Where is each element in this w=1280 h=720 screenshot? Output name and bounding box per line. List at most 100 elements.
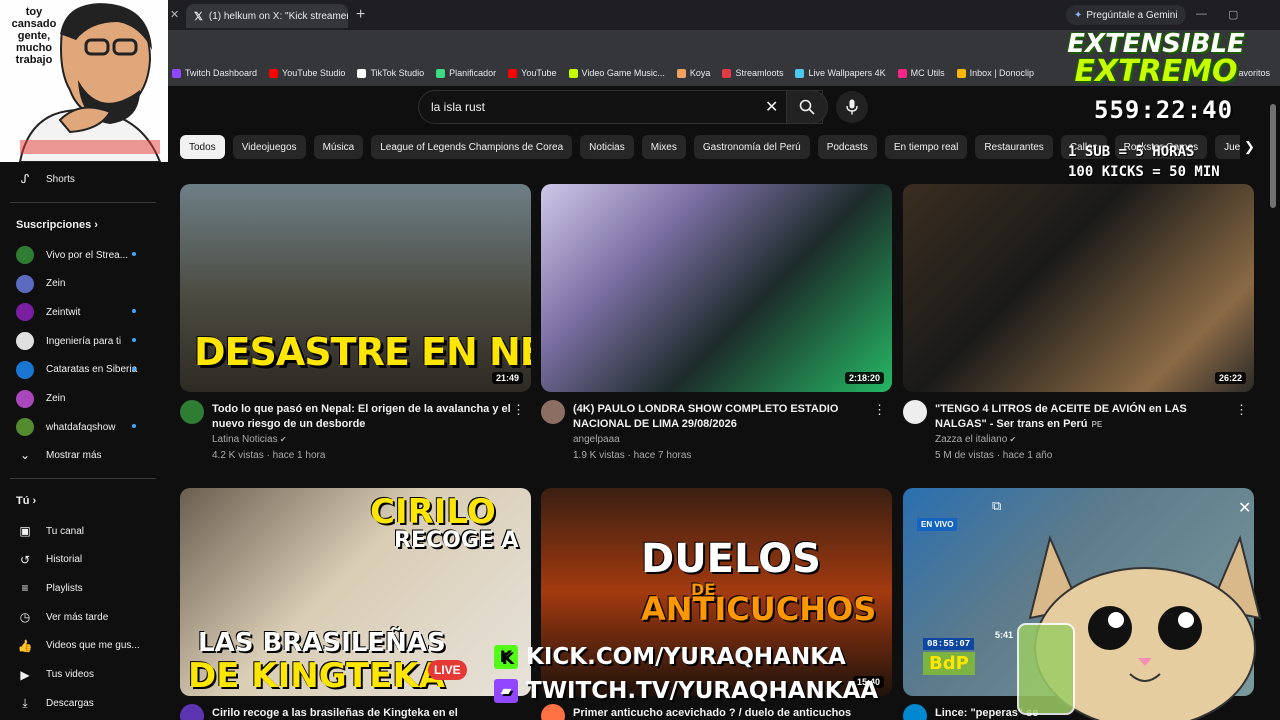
more-options-icon[interactable]: ⋮ xyxy=(1235,402,1248,418)
filter-chip[interactable]: En tiempo real xyxy=(884,135,968,159)
page-scrollbar[interactable] xyxy=(1270,104,1276,208)
channel-avatar[interactable] xyxy=(180,400,204,424)
microphone-icon xyxy=(846,99,858,115)
filter-chip[interactable]: Todos xyxy=(180,135,225,159)
video-thumbnail[interactable]: 26:22 xyxy=(903,184,1254,392)
video-card[interactable]: 26:22 "TENGO 4 LITROS de ACEITE DE AVIÓN … xyxy=(903,184,1254,474)
video-thumbnail[interactable]: CIRILO RECOGE A LAS BRASILEÑAS DE KINGTEKA L… xyxy=(180,488,531,696)
sidebar-item-subscription[interactable]: Vivo por el Strea... xyxy=(16,246,146,264)
sidebar-item-subscription[interactable]: Zein xyxy=(16,389,146,408)
channel-avatar[interactable] xyxy=(541,400,565,424)
more-options-icon[interactable]: ⋮ xyxy=(873,402,886,418)
sidebar-item-you[interactable]: ↺ Historial xyxy=(16,551,82,569)
avatar xyxy=(16,360,34,379)
sidebar-item-shorts[interactable]: ᔑ Shorts xyxy=(16,170,75,188)
sidebar-item-you[interactable]: 👍 Videos que me gus... xyxy=(16,637,140,655)
filter-chip[interactable]: Podcasts xyxy=(817,135,877,159)
search-query: la isla rust xyxy=(431,100,486,114)
bookmark-item[interactable]: MC Utils xyxy=(897,68,945,78)
bookmark-item[interactable]: Live Wallpapers 4K xyxy=(795,68,886,78)
search-input[interactable]: la isla rust xyxy=(418,90,823,124)
bookmark-item[interactable]: Planificador xyxy=(436,68,496,78)
video-title[interactable]: (4K) PAULO LONDRA SHOW COMPLETO ESTADIO … xyxy=(573,402,873,432)
bookmark-favicon-icon xyxy=(508,68,518,78)
filter-chip[interactable]: Noticias xyxy=(580,135,634,159)
sidebar-item-you[interactable]: ▣ Tu canal xyxy=(16,522,84,540)
sidebar-item-label: Ingeniería para ti xyxy=(46,335,122,347)
search-button[interactable] xyxy=(786,90,828,124)
new-tab-icon[interactable]: + xyxy=(356,6,365,24)
show-more-label: Mostrar más xyxy=(46,449,102,461)
channel-avatar[interactable] xyxy=(180,704,204,720)
sidebar-item-subscription[interactable]: Zeintwit xyxy=(16,303,146,322)
bookmark-item[interactable]: YouTube Studio xyxy=(269,68,345,78)
your-videos-icon: ▶ xyxy=(20,667,30,682)
bookmark-label: Live Wallpapers 4K xyxy=(808,68,886,78)
filter-chip[interactable]: Mixes xyxy=(641,135,686,159)
sidebar-item-you[interactable]: ≡ Playlists xyxy=(16,579,82,597)
filter-chip[interactable]: Restaurantes xyxy=(975,135,1053,159)
sidebar-item-you[interactable]: ⤓ Descargas xyxy=(16,694,93,712)
sidebar-item-you[interactable]: ◷ Ver más tarde xyxy=(16,608,109,626)
subathon-timer: 559:22:40 xyxy=(1094,96,1234,124)
chevron-right-icon[interactable]: ❯ xyxy=(1244,139,1255,155)
filter-chip[interactable]: Videojuegos xyxy=(232,135,306,159)
bookmark-item[interactable]: YouTube xyxy=(508,68,557,78)
x-logo-icon: 𝕏 xyxy=(194,10,203,23)
video-card[interactable]: 2:18:20 (4K) PAULO LONDRA SHOW COMPLETO E… xyxy=(541,184,892,474)
bookmark-label: TikTok Studio xyxy=(370,68,425,78)
channel-avatar[interactable] xyxy=(903,400,927,424)
sidebar-item-label: Historial xyxy=(46,554,83,566)
watch-later-icon: ◷ xyxy=(19,610,31,625)
filter-chip[interactable]: Gastronomía del Perú xyxy=(693,135,810,159)
voice-search-button[interactable] xyxy=(836,91,868,123)
more-options-icon[interactable]: ⋮ xyxy=(512,402,525,418)
show-more-button[interactable]: ⌄ Mostrar más xyxy=(16,446,102,464)
channel-name[interactable]: Latina Noticias ✔ xyxy=(212,434,287,445)
video-card[interactable]: CIRILO RECOGE A LAS BRASILEÑAS DE KINGTEKA L… xyxy=(180,488,531,720)
filter-chip[interactable]: League of Legends Champions de Corea xyxy=(371,135,573,159)
video-thumbnail[interactable]: 2:18:20 xyxy=(541,184,892,392)
video-title[interactable]: Todo lo que pasó en Nepal: El origen de … xyxy=(212,402,512,432)
video-thumbnail[interactable]: DESASTRE EN NEPAL21:49 xyxy=(180,184,531,392)
sidebar-item-subscription[interactable]: Cataratas en Siberia xyxy=(16,360,146,379)
miniplayer-expand-icon[interactable]: ⧉ xyxy=(992,498,1001,514)
bookmark-favicon-icon xyxy=(357,68,367,78)
you-heading[interactable]: Tú › xyxy=(16,495,36,507)
bookmark-item[interactable]: Streamloots xyxy=(722,68,783,78)
bookmark-label: MC Utils xyxy=(910,68,945,78)
sidebar-item-label: Tus videos xyxy=(46,669,94,680)
channel-avatar[interactable] xyxy=(903,704,927,720)
gemini-button[interactable]: ✦ Pregúntale a Gemini xyxy=(1066,5,1186,25)
bookmark-item[interactable]: Video Game Music... xyxy=(568,68,665,78)
downloads-icon: ⤓ xyxy=(22,695,28,710)
sidebar-item-subscription[interactable]: Zein xyxy=(16,274,146,293)
live-badge: LIVE xyxy=(428,660,467,680)
video-card[interactable]: DESASTRE EN NEPAL21:49 Todo lo que pasó e… xyxy=(180,184,531,474)
clear-search-icon[interactable]: ✕ xyxy=(765,97,778,117)
minimize-icon[interactable]: — xyxy=(1196,8,1207,20)
sidebar-item-you[interactable]: ▶ Tus videos xyxy=(16,666,94,684)
channel-name[interactable]: angelpaaa xyxy=(573,434,620,445)
bookmark-item[interactable]: Inbox | Donoclip xyxy=(956,68,1034,78)
browser-tab[interactable]: 𝕏 (1) helkum on X: "Kick streamer ✕ xyxy=(186,4,348,28)
sidebar-item-subscription[interactable]: Ingeniería para ti xyxy=(16,332,146,351)
video-title[interactable]: Cirilo recoge a las brasileñas de Kingte… xyxy=(212,706,512,720)
video-title[interactable]: Primer anticucho acevichado ? / duelo de… xyxy=(573,706,873,720)
close-icon[interactable]: ✕ xyxy=(170,8,179,21)
maximize-icon[interactable]: ▢ xyxy=(1228,8,1238,21)
video-title-text: (4K) PAULO LONDRA SHOW COMPLETO ESTADIO … xyxy=(573,403,839,430)
video-title[interactable]: "TENGO 4 LITROS de ACEITE DE AVIÓN en LA… xyxy=(935,402,1235,432)
bookmark-item[interactable]: Koya xyxy=(676,68,710,78)
channel-name[interactable]: Zazza el italiano ✔ xyxy=(935,434,1016,445)
sidebar-item-subscription[interactable]: whatdafaqshow xyxy=(16,418,146,437)
thumbnail-caption: DUELOS xyxy=(641,536,821,582)
kick-url: KICK.COM/YURAQHANKA xyxy=(526,644,846,670)
thumbnail-caption: RECOGE A xyxy=(394,528,519,553)
subscriptions-heading[interactable]: Suscripciones › xyxy=(16,219,98,231)
gemini-icon: ✦ xyxy=(1074,9,1083,21)
bookmark-item[interactable]: TikTok Studio xyxy=(357,68,424,78)
filter-chip[interactable]: Música xyxy=(313,135,364,159)
bookmark-item[interactable]: Twitch Dashboard xyxy=(172,68,257,78)
channel-icon: ▣ xyxy=(19,524,31,538)
